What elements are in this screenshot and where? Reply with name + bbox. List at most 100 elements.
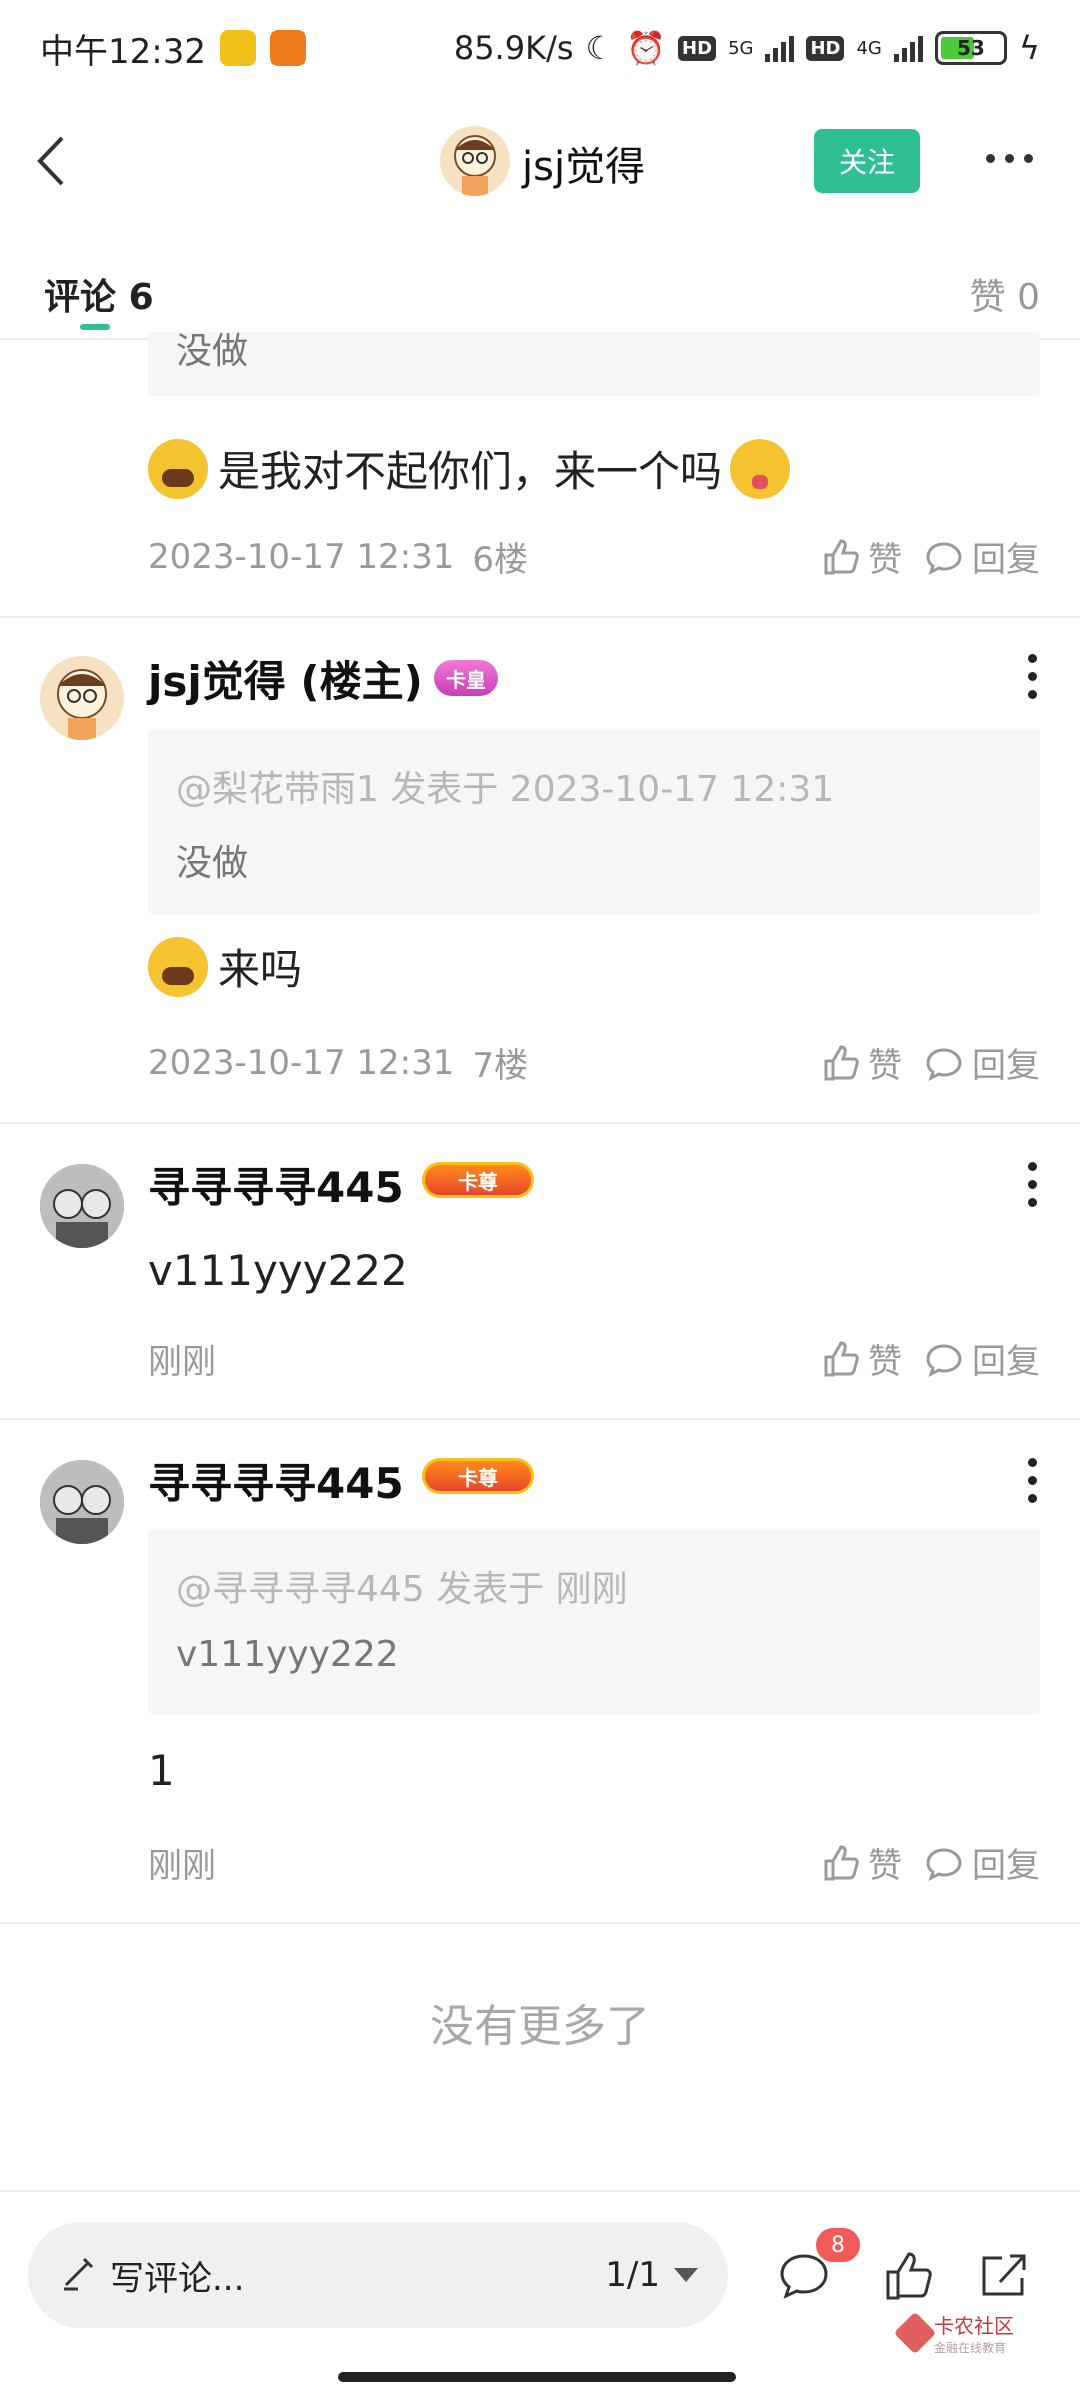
comment-more-button[interactable] [1028, 654, 1038, 699]
brand-name: 卡农社区 [934, 2314, 1014, 2338]
user-rank-badge: 卡皇 [434, 660, 498, 696]
bottom-bar: 写评论... 1/1 8 卡农社区 金融在线教育 [0, 2190, 1080, 2400]
battery-level: 53 [956, 36, 985, 60]
chevron-left-icon [37, 136, 64, 186]
comment-floor: 6楼 [472, 540, 529, 580]
comment-more-button[interactable] [1028, 1458, 1038, 1503]
comment-body: v111yyy222 [148, 1246, 408, 1295]
author-avatar[interactable] [440, 126, 510, 196]
comment-text: 1 [148, 1746, 175, 1795]
user-avatar[interactable] [40, 1164, 124, 1248]
signal-4g-icon [893, 34, 923, 62]
charging-icon: ϟ [1018, 29, 1040, 67]
comment-list: 没做 是我对不起你们，来一个吗 2023-10-17 12:31 6楼 赞 回复 [0, 331, 1080, 1924]
share-button[interactable] [976, 2248, 1032, 2308]
comment-date: 刚刚 [148, 1342, 216, 1382]
thumbs-up-icon [820, 1843, 860, 1883]
follow-button[interactable]: 关注 [814, 129, 920, 193]
like-button[interactable]: 赞 [820, 532, 902, 581]
comment-body: 1 [148, 1746, 175, 1795]
like-label: 赞 [868, 1342, 902, 1382]
quote-meta: @梨花带雨1 发表于 2023-10-17 12:31 [176, 769, 835, 810]
comment-more-button[interactable] [1028, 1162, 1038, 1207]
comment-meta: 刚刚 赞 回复 [148, 1838, 1040, 1887]
username[interactable]: 寻寻寻寻445 [148, 1450, 404, 1511]
write-comment-placeholder: 写评论... [110, 2258, 245, 2299]
tab-likes-label: 赞 [969, 277, 1006, 318]
share-icon [982, 2254, 1026, 2296]
user-rank-badge: 卡尊 [422, 1162, 534, 1198]
quote-meta: @寻寻寻寻445 发表于 刚刚 [176, 1569, 628, 1610]
reply-button[interactable]: 回复 [924, 1038, 1040, 1087]
comment-meta: 2023-10-17 12:31 6楼 赞 回复 [148, 532, 1040, 581]
reply-label: 回复 [972, 1846, 1040, 1886]
home-indicator[interactable] [338, 2372, 736, 2382]
brand-subtitle: 金融在线教育 [934, 2341, 1007, 2355]
reply-label: 回复 [972, 1342, 1040, 1382]
reply-button[interactable]: 回复 [924, 532, 1040, 581]
top-nav-bar: jsj觉得 关注 [0, 96, 1080, 226]
network-5g-label: 5G [728, 37, 754, 59]
speech-bubble-icon [924, 1843, 964, 1883]
tab-likes[interactable]: 赞 0 [970, 268, 1040, 320]
alarm-icon: ⏰ [626, 29, 667, 67]
comment-date: 2023-10-17 12:31 [148, 1042, 455, 1083]
hd-icon-2: HD [806, 35, 845, 61]
comment-body: 来吗 [148, 936, 302, 997]
caret-down-icon [674, 2268, 698, 2282]
crying-emoji-icon [148, 936, 208, 997]
tab-likes-count: 0 [1017, 277, 1040, 318]
page-selector[interactable]: 1/1 [605, 2255, 698, 2295]
tab-comments-label: 评论 [44, 277, 117, 318]
speech-bubble-icon [924, 1339, 964, 1379]
quote-text: v111yyy222 [176, 1634, 399, 1675]
like-button[interactable]: 赞 [820, 1838, 902, 1887]
sketch-avatar-icon [40, 1164, 124, 1248]
comment-text: v111yyy222 [148, 1246, 408, 1295]
hd-icon: HD [678, 35, 717, 61]
comment-item: 没做 是我对不起你们，来一个吗 2023-10-17 12:31 6楼 赞 回复 [0, 331, 1080, 618]
username[interactable]: jsj觉得 (楼主) [148, 648, 423, 709]
reply-button[interactable]: 回复 [924, 1838, 1040, 1887]
comment-item: 寻寻寻寻445 卡尊 v111yyy222 刚刚 赞 回复 [0, 1124, 1080, 1420]
thumbs-up-icon [820, 537, 860, 577]
comment-body: 是我对不起你们，来一个吗 [148, 438, 791, 499]
comment-text: 来吗 [218, 945, 303, 994]
quote-text: 没做 [176, 331, 249, 372]
page-indicator: 1/1 [605, 2255, 660, 2295]
write-comment-input[interactable]: 写评论... 1/1 [28, 2222, 728, 2328]
comment-item: jsj觉得 (楼主) 卡皇 @梨花带雨1 发表于 2023-10-17 12:3… [0, 618, 1080, 1124]
status-indicators: 85.9K/s ☾ ⏰ HD 5G HD 4G 53 ϟ [454, 29, 1040, 67]
comment-date: 刚刚 [148, 1846, 216, 1886]
comment-text: 是我对不起你们，来一个吗 [218, 447, 723, 496]
brand-watermark: 卡农社区 金融在线教育 [893, 2310, 1014, 2356]
comment-meta: 2023-10-17 12:31 7楼 赞 回复 [148, 1038, 1040, 1087]
comment-meta: 刚刚 赞 回复 [148, 1334, 1040, 1383]
moon-icon: ☾ [585, 29, 615, 67]
tab-comments[interactable]: 评论 6 [44, 268, 154, 320]
user-avatar[interactable] [40, 1460, 124, 1544]
network-4g-label: 4G [856, 37, 882, 59]
pencil-icon [58, 2253, 98, 2297]
comment-count-badge: 8 [816, 2228, 860, 2262]
like-post-button[interactable] [880, 2248, 936, 2308]
like-label: 赞 [868, 1046, 902, 1086]
comment-floor: 7楼 [472, 1046, 529, 1086]
speech-bubble-icon [924, 537, 964, 577]
active-tab-indicator [80, 324, 110, 330]
more-options-button[interactable] [986, 154, 1033, 163]
comment-date: 2023-10-17 12:31 [148, 536, 455, 577]
back-button[interactable] [24, 126, 84, 196]
user-avatar[interactable] [40, 656, 124, 740]
reply-button[interactable]: 回复 [924, 1334, 1040, 1383]
thumbs-up-icon [886, 2252, 932, 2300]
tongue-emoji-icon [730, 438, 791, 499]
end-of-list-text: 没有更多了 [430, 2001, 650, 2052]
sketch-avatar-icon [40, 1460, 124, 1544]
quote-box: @梨花带雨1 发表于 2023-10-17 12:31 没做 [148, 730, 1040, 914]
comment-actions: 赞 回复 [820, 532, 1040, 581]
like-button[interactable]: 赞 [820, 1334, 902, 1383]
username[interactable]: 寻寻寻寻445 [148, 1154, 404, 1215]
like-label: 赞 [868, 540, 902, 580]
like-button[interactable]: 赞 [820, 1038, 902, 1087]
